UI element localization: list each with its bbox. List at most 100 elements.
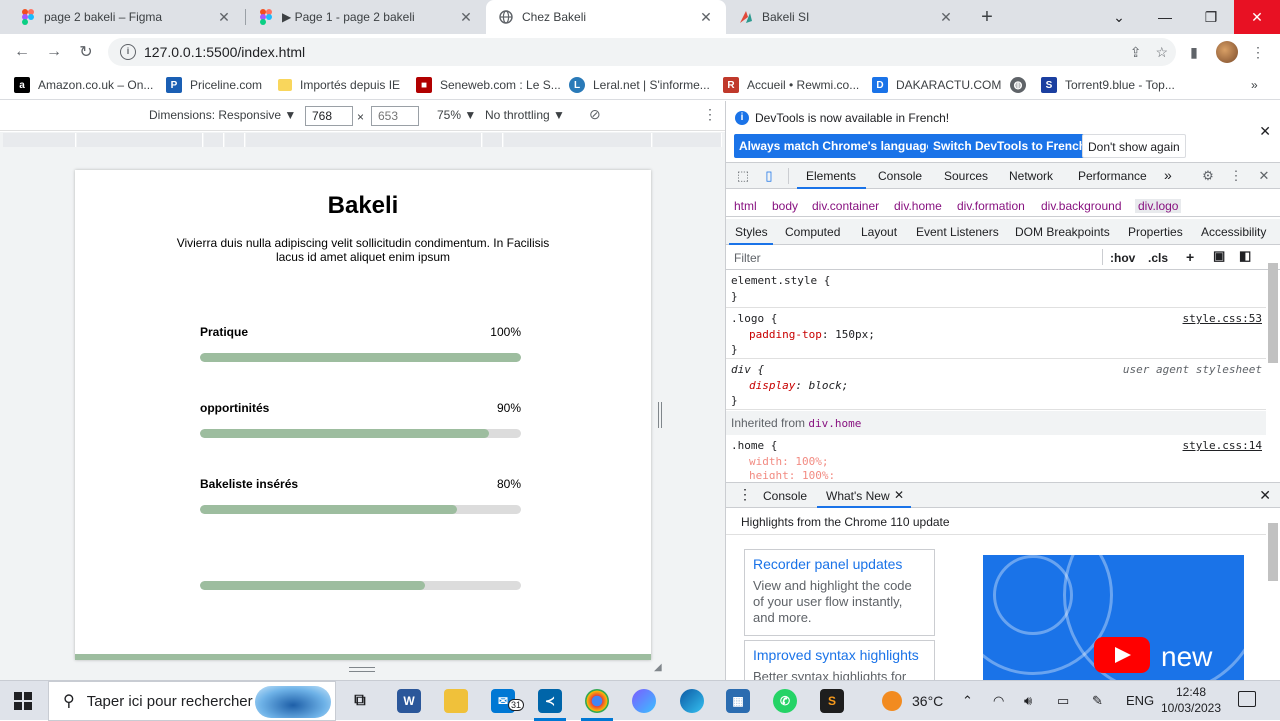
close-icon[interactable]: ✕ [458, 9, 474, 26]
tab-bakeli-si[interactable]: Bakeli SI ✕ [726, 0, 966, 34]
dont-show-again-button[interactable]: Don't show again [1082, 134, 1186, 158]
viewport-height-input[interactable] [371, 106, 419, 126]
tab-event-listeners[interactable]: Event Listeners [916, 225, 999, 239]
menu-icon[interactable]: ⋮ [1248, 42, 1268, 62]
close-icon[interactable]: ✕ [1259, 123, 1271, 140]
close-icon[interactable]: ✕ [698, 9, 714, 26]
tab-console[interactable]: Console [878, 169, 922, 183]
new-style-rule-button[interactable]: + [1186, 249, 1194, 265]
switch-to-french-button[interactable]: Switch DevTools to French [928, 134, 1092, 158]
color-palette-icon[interactable]: ▣ [1213, 248, 1225, 264]
rotate-icon[interactable]: ⊘ [589, 106, 601, 123]
whats-new-video-thumbnail[interactable]: new [983, 555, 1244, 681]
breadcrumb-item[interactable]: div.background [1041, 199, 1122, 213]
tab-chez-bakeli[interactable]: Chez Bakeli ✕ [486, 0, 726, 34]
more-tabs-icon[interactable]: » [1164, 167, 1172, 183]
tab-figma-page1[interactable]: ▶ Page 1 - page 2 bakeli ✕ [246, 0, 486, 34]
address-bar[interactable]: i 127.0.0.1:5500/index.html ⇪ ☆ [108, 38, 1176, 66]
tab-sources[interactable]: Sources [944, 169, 988, 183]
rule-selector[interactable]: .home { [731, 439, 777, 452]
tab-styles[interactable]: Styles [735, 225, 768, 239]
volume-icon[interactable]: 🔊︎ [1024, 693, 1032, 709]
breadcrumb-item[interactable]: html [734, 199, 757, 213]
breadcrumb-item[interactable]: div.formation [957, 199, 1025, 213]
vscode-icon[interactable]: ≺ [534, 689, 566, 721]
new-tab-button[interactable]: + [976, 6, 998, 28]
viewport-width-input[interactable] [305, 106, 353, 126]
device-toggle-icon[interactable]: ▯ [760, 167, 778, 185]
filter-input[interactable]: Filter [734, 251, 761, 265]
bookmark-seneweb[interactable]: ■ Seneweb.com : Le S... [416, 76, 561, 94]
bookmark-folder-ie[interactable]: Importés depuis IE [278, 76, 400, 94]
notifications-icon[interactable] [1238, 691, 1256, 707]
tab-whats-new[interactable]: What's New [826, 489, 890, 503]
side-panel-icon[interactable]: ▮ [1184, 42, 1204, 62]
clock[interactable]: 12:48 10/03/2023 [1160, 684, 1222, 716]
rule-selector[interactable]: element.style { [731, 274, 830, 287]
breadcrumb-item[interactable]: div.home [894, 199, 942, 213]
window-close-button[interactable]: ✕ [1234, 0, 1280, 34]
more-bookmarks-icon[interactable]: » [1251, 76, 1258, 94]
taskbar-search[interactable]: ⚲ Taper ici pour rechercher [48, 681, 336, 721]
file-explorer-icon[interactable] [444, 689, 468, 713]
bookmark-globe[interactable]: ◍ [1010, 76, 1034, 94]
bookmark-priceline[interactable]: P Priceline.com [166, 76, 262, 94]
dimensions-dropdown[interactable]: Dimensions: Responsive ▼ [149, 108, 296, 122]
media-query-ruler[interactable] [0, 132, 725, 148]
device-menu-icon[interactable]: ⋮ [703, 106, 717, 123]
tab-drawer-console[interactable]: Console [763, 489, 807, 503]
close-drawer-icon[interactable]: ✕ [1259, 487, 1271, 504]
drawer-menu-icon[interactable]: ⋮ [738, 486, 752, 503]
always-match-language-button[interactable]: Always match Chrome's language [734, 134, 939, 158]
toggle-sidebar-icon[interactable]: ◧ [1239, 248, 1251, 264]
forward-button[interactable]: → [42, 40, 66, 64]
resize-corner-icon[interactable]: ◢ [654, 662, 662, 673]
reload-button[interactable]: ↻ [74, 40, 98, 64]
rule-source-link[interactable]: style.css:53 [1183, 312, 1262, 325]
rule-declaration[interactable]: height: 100%; [749, 469, 835, 479]
bookmark-rewmi[interactable]: R Accueil • Rewmi.co... [723, 76, 859, 94]
close-icon[interactable]: ✕ [216, 9, 232, 26]
bookmark-torrent9[interactable]: S Torrent9.blue - Top... [1041, 76, 1175, 94]
close-icon[interactable]: ✕ [894, 488, 904, 502]
close-icon[interactable]: ✕ [938, 9, 954, 26]
customize-menu-icon[interactable]: ⋮ [1227, 167, 1245, 185]
temperature[interactable]: 36°C [912, 693, 943, 709]
tab-computed[interactable]: Computed [785, 225, 840, 239]
zoom-dropdown[interactable]: 75% ▼ [437, 108, 476, 122]
copilot-icon[interactable] [632, 689, 656, 713]
card-title[interactable]: Improved syntax highlights [753, 647, 926, 663]
rule-declaration[interactable]: width: 100%; [749, 455, 828, 468]
show-hidden-icons-chevron-icon[interactable]: ⌃ [962, 693, 973, 709]
settings-icon[interactable]: ⚙ [1199, 167, 1217, 185]
rule-source-link[interactable]: style.css:14 [1183, 439, 1262, 452]
sublime-icon[interactable]: S [820, 689, 844, 713]
bookmark-star-icon[interactable]: ☆ [1155, 44, 1168, 61]
avatar[interactable] [1216, 41, 1238, 63]
tab-layout[interactable]: Layout [861, 225, 897, 239]
tab-figma-page2[interactable]: page 2 bakeli – Figma ✕ [8, 0, 244, 34]
chrome-icon[interactable] [581, 689, 613, 721]
windows-start-icon[interactable] [14, 692, 32, 710]
word-icon[interactable]: W [397, 689, 421, 713]
share-icon[interactable]: ⇪ [1130, 44, 1142, 61]
class-toggle[interactable]: .cls [1148, 251, 1168, 265]
site-info-icon[interactable]: i [120, 44, 136, 60]
close-devtools-icon[interactable]: ✕ [1255, 167, 1273, 185]
whats-new-card[interactable]: Recorder panel updates View and highligh… [744, 549, 935, 636]
throttling-dropdown[interactable]: No throttling ▼ [485, 108, 565, 122]
whatsapp-icon[interactable]: ✆ [773, 689, 797, 713]
language-indicator[interactable]: ENG [1126, 693, 1154, 708]
store-icon[interactable]: ▦ [726, 689, 750, 713]
card-title[interactable]: Recorder panel updates [753, 556, 926, 572]
tab-performance[interactable]: Performance [1078, 169, 1147, 183]
edge-icon[interactable] [680, 689, 704, 713]
tab-dom-breakpoints[interactable]: DOM Breakpoints [1015, 225, 1110, 239]
tab-elements[interactable]: Elements [806, 169, 856, 183]
resize-handle-right[interactable] [658, 402, 662, 428]
drawer-scrollbar[interactable] [1268, 523, 1278, 581]
bookmark-amazon[interactable]: a Amazon.co.uk – On... [14, 76, 153, 94]
tab-accessibility[interactable]: Accessibility [1201, 225, 1266, 239]
resize-handle-bottom[interactable] [349, 667, 375, 672]
back-button[interactable]: ← [10, 40, 34, 64]
